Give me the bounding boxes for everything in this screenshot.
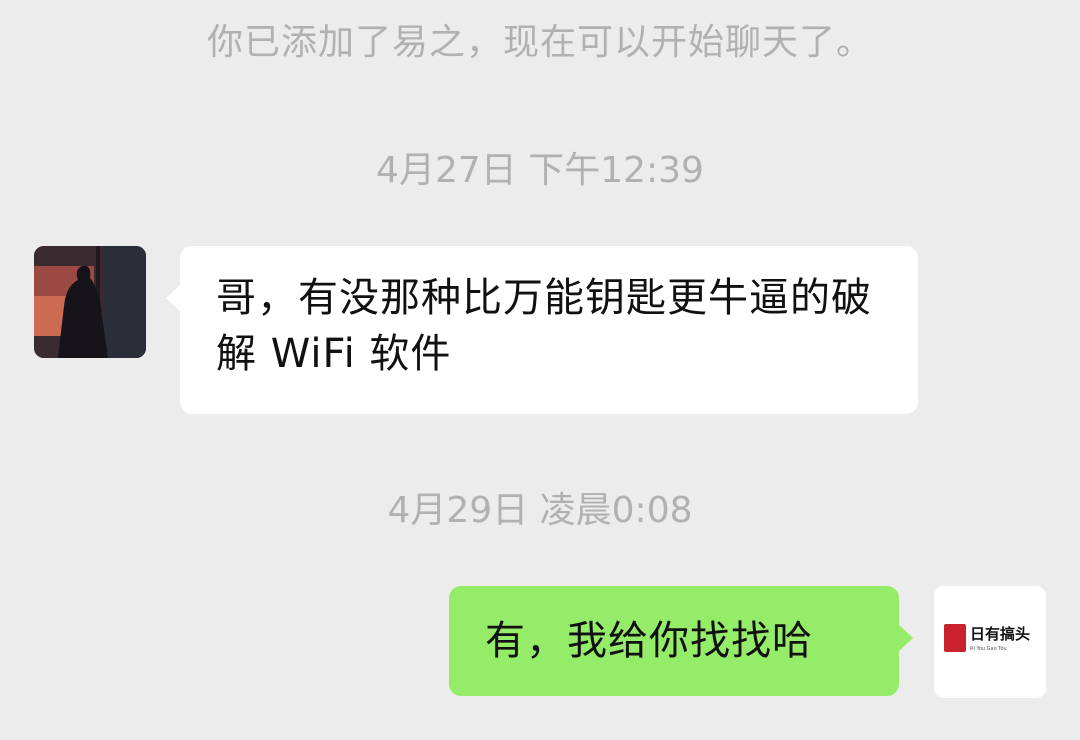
logo-subtitle: Ri You Gao Tou bbox=[970, 646, 1007, 652]
message-timestamp: 4月29日 凌晨0:08 bbox=[387, 490, 693, 531]
system-added-friend-note: 你已添加了易之，现在可以开始聊天了。 bbox=[206, 22, 873, 63]
outgoing-message-bubble[interactable]: 有，我给你找找哈 bbox=[449, 586, 913, 696]
contact-avatar[interactable] bbox=[34, 246, 146, 358]
brand-logo-icon: 日有搞头 Ri You Gao Tou bbox=[940, 620, 1040, 664]
self-avatar[interactable]: 日有搞头 Ri You Gao Tou bbox=[934, 586, 1046, 698]
logo-title: 日有搞头 bbox=[970, 625, 1031, 643]
red-seal-icon bbox=[944, 624, 966, 652]
incoming-message-bubble[interactable]: 哥，有没那种比万能钥匙更牛逼的破解 WiFi 软件 bbox=[166, 246, 918, 414]
person-silhouette-sunset-icon bbox=[34, 246, 146, 358]
message-timestamp: 4月27日 下午12:39 bbox=[376, 150, 704, 191]
outgoing-message-text: 有，我给你找找哈 bbox=[485, 618, 813, 664]
incoming-message-text: 哥，有没那种比万能钥匙更牛逼的破解 WiFi 软件 bbox=[216, 275, 872, 377]
